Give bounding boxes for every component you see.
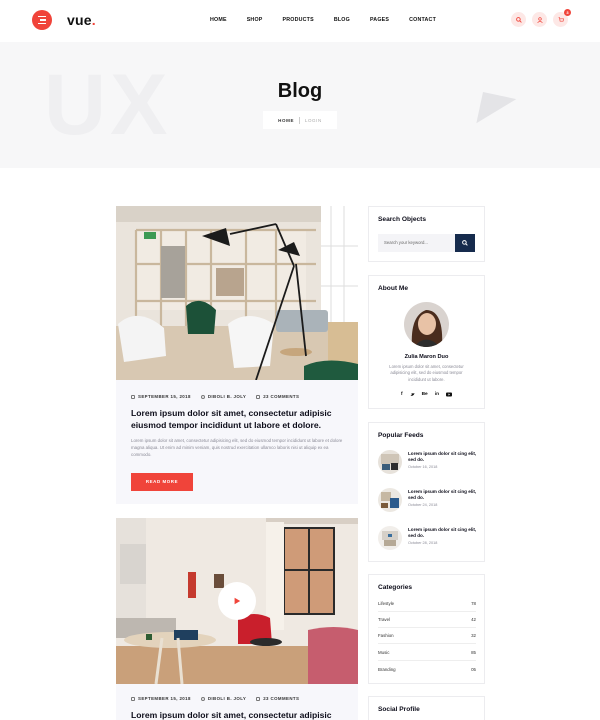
blog-post: SEPTEMBER 15, 2018 DIBOLI B. JOLY 23 COM… bbox=[116, 518, 358, 720]
breadcrumb-home[interactable]: HOME bbox=[278, 118, 294, 123]
author-social-links: f Be in bbox=[369, 392, 484, 399]
post-body: SEPTEMBER 15, 2018 DIBOLI B. JOLY 23 COM… bbox=[116, 380, 358, 504]
search-button[interactable] bbox=[511, 12, 526, 27]
widget-title: Popular Feeds bbox=[378, 432, 424, 439]
feed-thumbnail bbox=[378, 450, 402, 474]
feed-title[interactable]: Lorem ipsum dolor sit cing elit, sed do. bbox=[408, 489, 478, 501]
post-image[interactable] bbox=[116, 518, 358, 684]
behance-icon[interactable]: Be bbox=[422, 392, 428, 399]
feed-date: October 28, 2018 bbox=[408, 541, 438, 545]
hamburger-menu-button[interactable] bbox=[32, 10, 52, 30]
nav-shop[interactable]: SHOP bbox=[247, 17, 263, 23]
social-profile-widget: Social Profile bbox=[368, 696, 485, 720]
hero-watermark: UX bbox=[44, 57, 172, 153]
user-icon bbox=[200, 394, 205, 399]
account-button[interactable] bbox=[532, 12, 547, 27]
about-widget: About Me Zulia Maron Duo Lorem ipsum dol… bbox=[368, 275, 485, 409]
cart-icon bbox=[558, 16, 564, 22]
feed-item[interactable]: Lorem ipsum dolor sit cing elit, sed do.… bbox=[378, 488, 478, 512]
cart-button[interactable]: 3 bbox=[553, 9, 571, 27]
post-author[interactable]: DIBOLI B. JOLY bbox=[200, 696, 246, 701]
main-nav: HOME SHOP PRODUCTS BLOG PAGES CONTACT bbox=[210, 17, 456, 23]
post-comments[interactable]: 23 COMMENTS bbox=[256, 696, 299, 701]
category-item[interactable]: Branding 05 bbox=[378, 661, 476, 677]
search-widget: Search Objects Search your keyword... bbox=[368, 206, 485, 262]
feed-thumbnail bbox=[378, 526, 402, 550]
page-title: Blog bbox=[277, 80, 323, 102]
cart-count-badge: 3 bbox=[564, 9, 571, 16]
video-play-button[interactable] bbox=[218, 582, 256, 620]
popular-feeds-widget: Popular Feeds Lorem ipsum dolor sit cing… bbox=[368, 422, 485, 562]
widget-title: Social Profile bbox=[378, 706, 420, 713]
nav-home[interactable]: HOME bbox=[210, 17, 227, 23]
category-item[interactable]: Travel 42 bbox=[378, 612, 476, 628]
post-image[interactable] bbox=[116, 206, 358, 380]
post-title[interactable]: Lorem ipsum dolor sit amet, consectetur … bbox=[131, 709, 343, 720]
category-item[interactable]: Lifestyle 78 bbox=[378, 596, 476, 612]
nav-contact[interactable]: CONTACT bbox=[409, 17, 436, 23]
author-bio: Lorem ipsum dolor sit amet, consectetur … bbox=[389, 364, 464, 382]
search-input[interactable]: Search your keyword... bbox=[378, 234, 455, 252]
site-logo[interactable]: vue. bbox=[67, 12, 96, 28]
breadcrumb-current: LOGIN bbox=[304, 117, 322, 123]
feed-date: October 16, 2018 bbox=[408, 465, 438, 469]
search-submit-button[interactable] bbox=[455, 234, 475, 252]
breadcrumb-divider bbox=[299, 116, 300, 124]
user-icon bbox=[200, 696, 205, 701]
post-date: SEPTEMBER 15, 2018 bbox=[131, 696, 191, 701]
feed-item[interactable]: Lorem ipsum dolor sit cing elit, sed do.… bbox=[378, 526, 478, 550]
feed-title[interactable]: Lorem ipsum dolor sit cing elit, sed do. bbox=[408, 451, 478, 463]
author-name: Zulia Maron Duo bbox=[404, 354, 449, 360]
nav-products[interactable]: PRODUCTS bbox=[283, 17, 314, 23]
feed-thumbnail bbox=[378, 488, 402, 512]
comment-icon bbox=[256, 696, 261, 701]
category-item[interactable]: Music 85 bbox=[378, 645, 476, 661]
twitter-icon[interactable] bbox=[410, 392, 415, 399]
calendar-icon bbox=[131, 394, 135, 399]
categories-widget: Categories Lifestyle 78 Travel 42 Fashion 3… bbox=[368, 574, 485, 684]
post-title[interactable]: Lorem ipsum dolor sit amet, consectetur … bbox=[131, 407, 343, 431]
breadcrumb: HOME LOGIN bbox=[263, 111, 337, 129]
post-body: SEPTEMBER 15, 2018 DIBOLI B. JOLY 23 COM… bbox=[116, 684, 358, 720]
read-more-button[interactable]: READ MORE bbox=[131, 472, 193, 491]
comment-icon bbox=[256, 394, 261, 399]
linkedin-icon[interactable]: in bbox=[435, 392, 439, 399]
widget-title: About Me bbox=[378, 285, 409, 292]
post-date: SEPTEMBER 15, 2018 bbox=[131, 394, 191, 399]
user-icon bbox=[536, 16, 543, 23]
facebook-icon[interactable]: f bbox=[401, 392, 403, 399]
author-avatar bbox=[404, 302, 449, 347]
page-hero: UX Blog HOME LOGIN bbox=[0, 42, 600, 168]
post-excerpt: Lorem ipsum dolor sit amet, consectetur … bbox=[131, 438, 343, 458]
widget-title: Search Objects bbox=[378, 216, 427, 223]
widget-title: Categories bbox=[378, 584, 413, 591]
post-meta: SEPTEMBER 15, 2018 DIBOLI B. JOLY 23 COM… bbox=[131, 696, 343, 701]
post-comments[interactable]: 23 COMMENTS bbox=[256, 394, 299, 399]
feed-item[interactable]: Lorem ipsum dolor sit cing elit, sed do.… bbox=[378, 450, 478, 474]
blog-post: SEPTEMBER 15, 2018 DIBOLI B. JOLY 23 COM… bbox=[116, 206, 358, 504]
play-icon bbox=[234, 597, 241, 605]
post-author[interactable]: DIBOLI B. JOLY bbox=[200, 394, 246, 399]
site-header: vue. HOME SHOP PRODUCTS BLOG PAGES CONTA… bbox=[0, 0, 600, 42]
nav-blog[interactable]: BLOG bbox=[334, 17, 350, 23]
calendar-icon bbox=[131, 696, 135, 701]
post-meta: SEPTEMBER 15, 2018 DIBOLI B. JOLY 23 COM… bbox=[131, 394, 343, 399]
nav-pages[interactable]: PAGES bbox=[370, 17, 389, 23]
search-icon bbox=[515, 16, 522, 23]
feed-date: October 24, 2018 bbox=[408, 503, 438, 507]
search-icon bbox=[462, 240, 468, 246]
category-item[interactable]: Fashion 32 bbox=[378, 628, 476, 644]
feed-title[interactable]: Lorem ipsum dolor sit cing elit, sed do. bbox=[408, 527, 478, 539]
youtube-icon[interactable] bbox=[446, 392, 452, 399]
